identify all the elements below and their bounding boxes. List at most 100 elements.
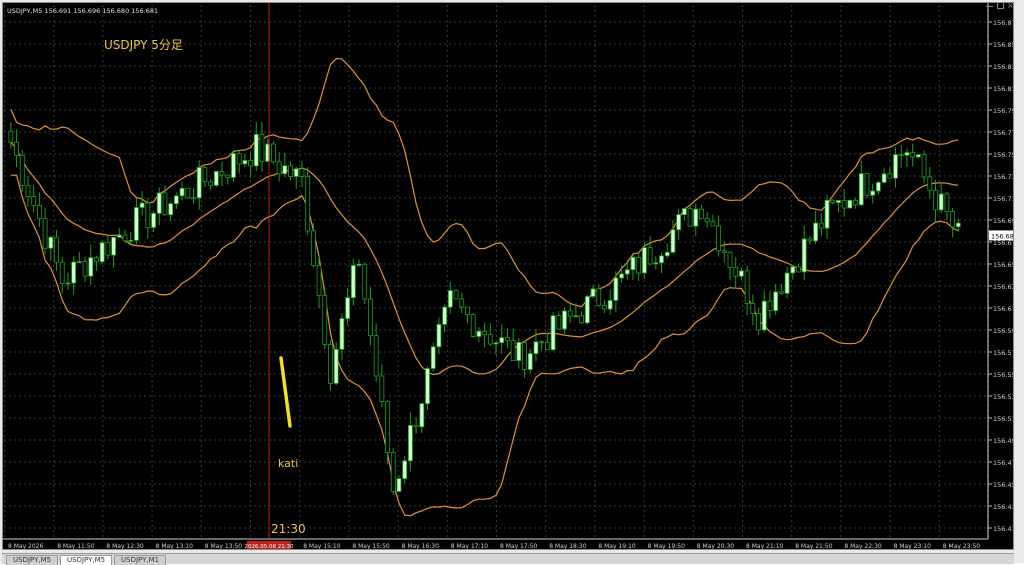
candle-body	[288, 165, 293, 177]
candle-body	[773, 291, 779, 312]
minimize-icon[interactable]	[986, 6, 993, 7]
candle-body	[425, 368, 430, 404]
candle-body	[14, 141, 19, 156]
candle-body	[824, 199, 830, 229]
price-tick-label: 156.735	[993, 173, 1013, 181]
candle-body	[647, 247, 653, 265]
time-axis-label: 8 May 23:10	[894, 543, 932, 549]
tab-chart-1[interactable]: USDJPY,M5	[6, 555, 59, 565]
candle-body	[111, 236, 116, 256]
candle-body	[807, 238, 813, 242]
price-tick-label: 156.455	[993, 481, 1013, 489]
candle-body	[151, 212, 156, 228]
candle-body	[841, 200, 847, 209]
candle-body	[19, 154, 25, 186]
candle-body	[470, 314, 476, 337]
candle-body	[196, 167, 202, 199]
time-axis-label: 8 May 17:10	[451, 543, 489, 549]
time-axis-label: 8 May 15:10	[303, 543, 341, 549]
candle-body	[836, 200, 841, 204]
candle-body	[642, 247, 647, 274]
candle-body	[710, 221, 716, 227]
candle-body	[927, 176, 933, 191]
candle-body	[356, 263, 362, 266]
time-axis-label: 8 May 11:50	[57, 543, 95, 549]
candle-body	[94, 257, 99, 263]
candle-body	[373, 335, 379, 377]
price-tick-label: 156.555	[993, 371, 1013, 379]
app-frame: 156.875 156.855 156.835 156.815 156.795 156.7…	[0, 0, 1024, 565]
candle-body	[853, 199, 858, 206]
time-axis-label: 8 May 20:30	[697, 543, 735, 549]
candle-body	[893, 154, 898, 179]
candle-body	[139, 202, 145, 208]
candle-body	[727, 251, 733, 268]
candle-body	[82, 261, 88, 277]
candle-body	[933, 189, 938, 211]
time-axis-label: 8 May 21:50	[795, 543, 833, 549]
candle-body	[761, 300, 767, 331]
candle-body	[955, 222, 961, 228]
current-price-label: 156.681	[991, 232, 1013, 240]
price-tick-label: 156.655	[993, 261, 1013, 269]
candle-body	[213, 171, 219, 186]
candle-body	[596, 288, 602, 306]
candle-body	[630, 256, 636, 271]
candle-body	[168, 203, 174, 216]
candle-body	[818, 222, 824, 229]
price-tick-label: 156.775	[993, 129, 1013, 137]
candle-body	[499, 337, 505, 344]
candle-body	[25, 184, 31, 197]
candle-body	[687, 208, 693, 227]
candle-body	[436, 324, 442, 348]
candle-body	[459, 298, 465, 308]
candle-body	[259, 134, 265, 162]
maximize-icon[interactable]	[997, 2, 1004, 9]
candle-body	[670, 229, 676, 253]
price-tick-label: 156.535	[993, 393, 1013, 401]
chart-window[interactable]: 156.875 156.855 156.835 156.815 156.795 156.7…	[2, 2, 1014, 550]
candle-body	[253, 134, 259, 167]
time-axis-label: 8 May 18:30	[549, 543, 587, 549]
candle-body	[413, 424, 419, 428]
candle-body	[716, 225, 721, 252]
candle-body	[465, 306, 470, 315]
price-tick-label: 156.755	[993, 151, 1013, 159]
candle-body	[522, 342, 527, 370]
candle-body	[636, 256, 642, 274]
time-axis-label: 8 May 19:10	[598, 543, 636, 549]
candle-body	[242, 160, 248, 165]
candle-body	[333, 348, 339, 384]
price-tick-label: 156.635	[993, 283, 1013, 291]
candle-body	[750, 303, 756, 314]
tab-chart-3[interactable]: USDJPY,M1	[114, 555, 167, 565]
candle-body	[847, 199, 853, 209]
candle-body	[88, 257, 94, 277]
price-tick-label: 156.815	[993, 85, 1013, 93]
candle-body	[36, 204, 42, 220]
candle-body	[676, 214, 682, 231]
time-axis-label: 8 May 15:50	[352, 543, 390, 549]
candle-body	[562, 310, 567, 330]
candle-body	[156, 192, 162, 214]
candle-body	[362, 263, 368, 300]
candle-body	[624, 269, 630, 275]
candle-body	[876, 182, 881, 192]
candle-body	[733, 266, 739, 277]
chart-tab-bar: USDJPY,M5 USDJPY,M5 USDJPY,M1	[2, 553, 1014, 565]
candle-body	[704, 217, 710, 223]
time-axis-label: 8 May 2026	[8, 543, 43, 549]
candle-body	[602, 304, 607, 310]
price-chart[interactable]: 156.875 156.855 156.835 156.815 156.795 156.7…	[3, 3, 1013, 549]
close-icon[interactable]: ×	[1007, 2, 1014, 10]
candle-body	[185, 187, 191, 199]
candle-body	[950, 211, 956, 228]
tab-chart-2[interactable]: USDJPY,M5	[60, 555, 113, 565]
candle-body	[379, 375, 385, 402]
candle-body	[350, 265, 356, 299]
candle-body	[202, 167, 208, 183]
candle-body	[322, 294, 328, 346]
candle-body	[664, 251, 670, 257]
candle-body	[316, 265, 322, 296]
candle-body	[790, 266, 796, 274]
